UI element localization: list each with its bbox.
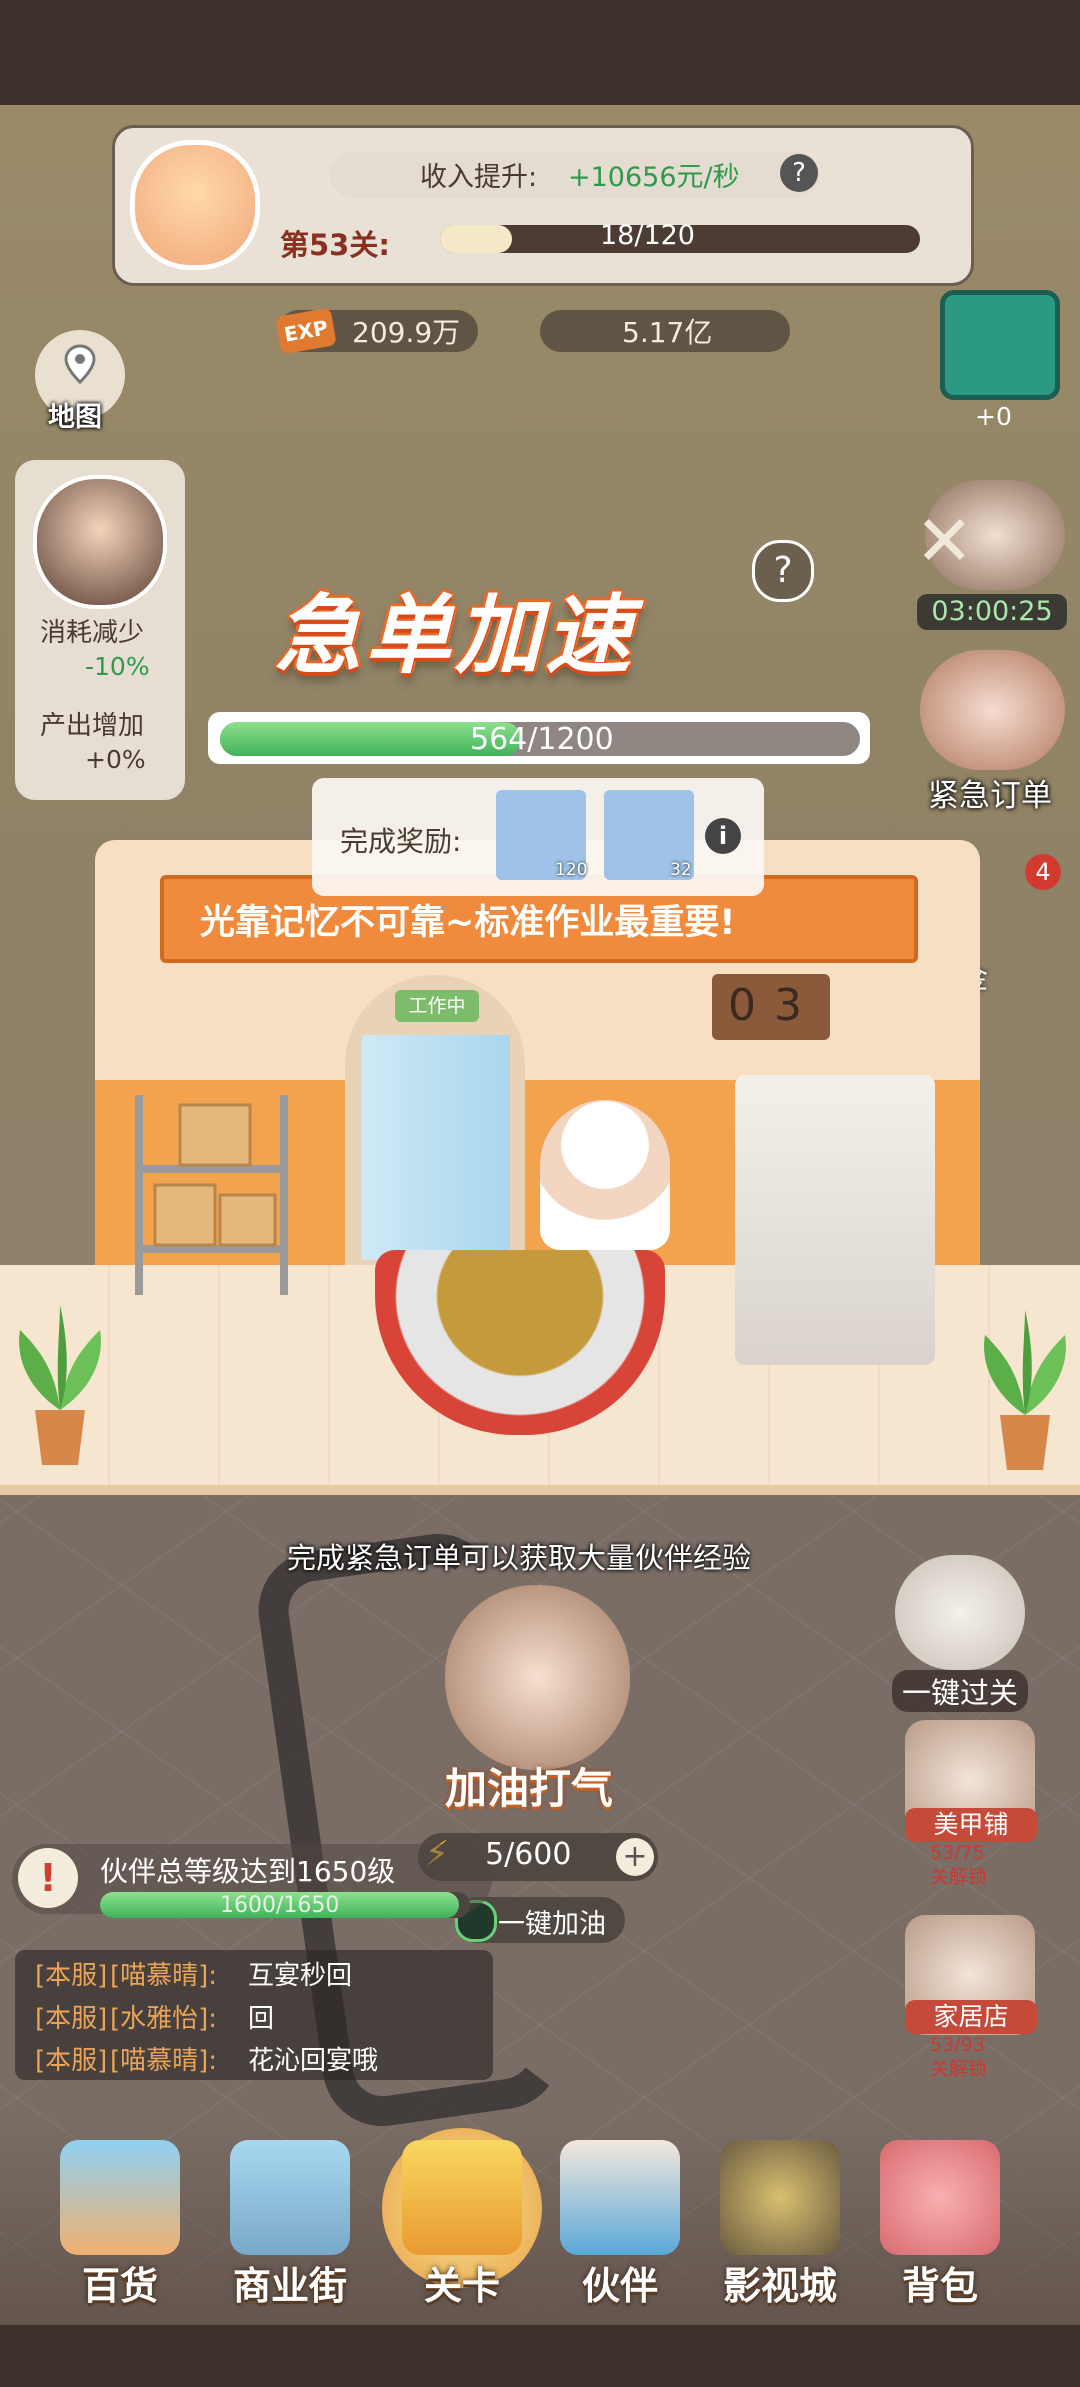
level-progress-text: 18/120	[600, 220, 695, 251]
nav-commercial-street[interactable]: 商业街	[210, 2140, 370, 2310]
chat-message: 互宴秒回	[248, 1961, 353, 1991]
nav-partners[interactable]: 伙伴	[540, 2140, 700, 2310]
nail-shop-progress: 53/75	[930, 1842, 985, 1864]
film-reel-icon	[720, 2140, 840, 2255]
exp-total: 209.9万	[352, 316, 461, 349]
chat-name: [喵慕晴]:	[110, 1961, 218, 1991]
funds-notification-badge: 4	[1025, 854, 1061, 890]
chat-server: [本服]	[35, 2046, 108, 2076]
door-glass	[362, 1035, 510, 1260]
map-label: 地图	[48, 402, 102, 433]
consumption-reduce-label: 消耗减少	[40, 618, 145, 648]
home-store-label[interactable]: 家居店	[905, 2000, 1037, 2034]
money-total: 5.17亿	[622, 316, 713, 349]
chef-character[interactable]	[540, 1100, 670, 1250]
nav-label: 影视城	[722, 2264, 837, 2308]
reward-label: 完成奖励:	[340, 825, 462, 858]
nav-bag[interactable]: 背包	[860, 2140, 1020, 2310]
home-store-progress: 53/93	[930, 2034, 985, 2056]
partner-icon	[560, 2140, 680, 2255]
hint-text: 完成紧急订单可以获取大量伙伴经验	[287, 1541, 752, 1575]
chat-server: [本服]	[35, 2004, 108, 2034]
reward2-count: 32	[670, 860, 692, 880]
nav-label: 伙伴	[581, 2264, 658, 2308]
nail-shop-unlock: 关解锁	[930, 1866, 988, 1888]
nav-label: 背包	[901, 2264, 978, 2308]
bag-icon	[880, 2140, 1000, 2255]
kitchen-banner-text: 光靠记忆不可靠~标准作业最重要!	[200, 903, 736, 943]
income-value: +10656元/秒	[568, 162, 740, 193]
nav-label: 关卡	[423, 2264, 500, 2308]
output-increase-label: 产出增加	[40, 711, 145, 741]
potted-plant-icon	[984, 1310, 1066, 1470]
consumption-reduce-value: -10%	[85, 652, 150, 681]
chat-name: [水雅怡]:	[110, 2004, 218, 2034]
briefcase-icon[interactable]	[940, 290, 1060, 400]
home-store-unlock: 关解锁	[930, 2058, 988, 2080]
income-label: 收入提升:	[420, 162, 538, 193]
top-system-bar	[0, 0, 1080, 105]
task-label: 伙伴总等级达到1650级	[100, 1855, 396, 1888]
nav-film-city[interactable]: 影视城	[700, 2140, 860, 2310]
box-shelf	[135, 1095, 288, 1295]
nav-label: 商业街	[232, 2264, 347, 2308]
rush-help-icon[interactable]: ?	[752, 540, 814, 602]
chat-name: [喵慕晴]:	[110, 2046, 218, 2076]
level-progress-fill	[440, 225, 512, 253]
task-progress-text: 1600/1650	[220, 1893, 340, 1918]
one-click-pass-button[interactable]: 一键过关	[892, 1670, 1029, 1712]
income-help-icon[interactable]: ?	[780, 154, 818, 192]
urgent-order-label[interactable]: 紧急订单	[928, 770, 1052, 815]
cheer-button[interactable]: 加油打气	[445, 1755, 613, 1816]
cheer-character[interactable]	[445, 1585, 630, 1770]
chat-server: [本服]	[35, 1961, 108, 1991]
potted-plant-icon	[19, 1305, 101, 1465]
rush-order-title: 急单加速	[275, 586, 635, 686]
manager-portrait[interactable]	[33, 475, 167, 609]
task-alert-icon: !	[18, 1848, 78, 1908]
department-store-icon	[60, 2140, 180, 2255]
conveyor-machine	[735, 1075, 935, 1365]
robot-icon[interactable]	[895, 1555, 1025, 1670]
reward-info-icon[interactable]: i	[705, 818, 741, 854]
order-counter-value: 03	[728, 980, 820, 1031]
nav-label: 百货	[81, 2264, 158, 2308]
add-energy-button[interactable]: +	[616, 1838, 654, 1876]
nav-levels[interactable]: 关卡	[382, 2140, 542, 2310]
chat-message: 花沁回宴哦	[248, 2046, 379, 2076]
map-pin-icon	[64, 344, 96, 384]
energy-value: 5/600	[485, 1837, 572, 1872]
output-increase-value: +0%	[85, 745, 146, 774]
close-icon[interactable]: ✕	[915, 500, 974, 582]
event-timer: 03:00:25	[917, 594, 1067, 630]
truck-icon	[402, 2140, 522, 2255]
bottom-system-bar	[0, 2325, 1080, 2387]
briefcase-value: +0	[975, 402, 1012, 431]
refuel-label[interactable]: 一键加油	[498, 1902, 606, 1941]
level-label: 第53关:	[280, 228, 390, 262]
rush-progress-text: 564/1200	[470, 722, 614, 757]
urgent-order-portrait[interactable]	[920, 650, 1065, 770]
player-avatar[interactable]	[130, 140, 260, 270]
chat-message: 回	[248, 2004, 275, 2034]
nav-department-store[interactable]: 百货	[40, 2140, 200, 2310]
commercial-street-icon	[230, 2140, 350, 2255]
nail-shop-label[interactable]: 美甲铺	[905, 1808, 1037, 1842]
reward1-count: 120	[555, 860, 588, 880]
door-sign: 工作中	[395, 990, 479, 1022]
